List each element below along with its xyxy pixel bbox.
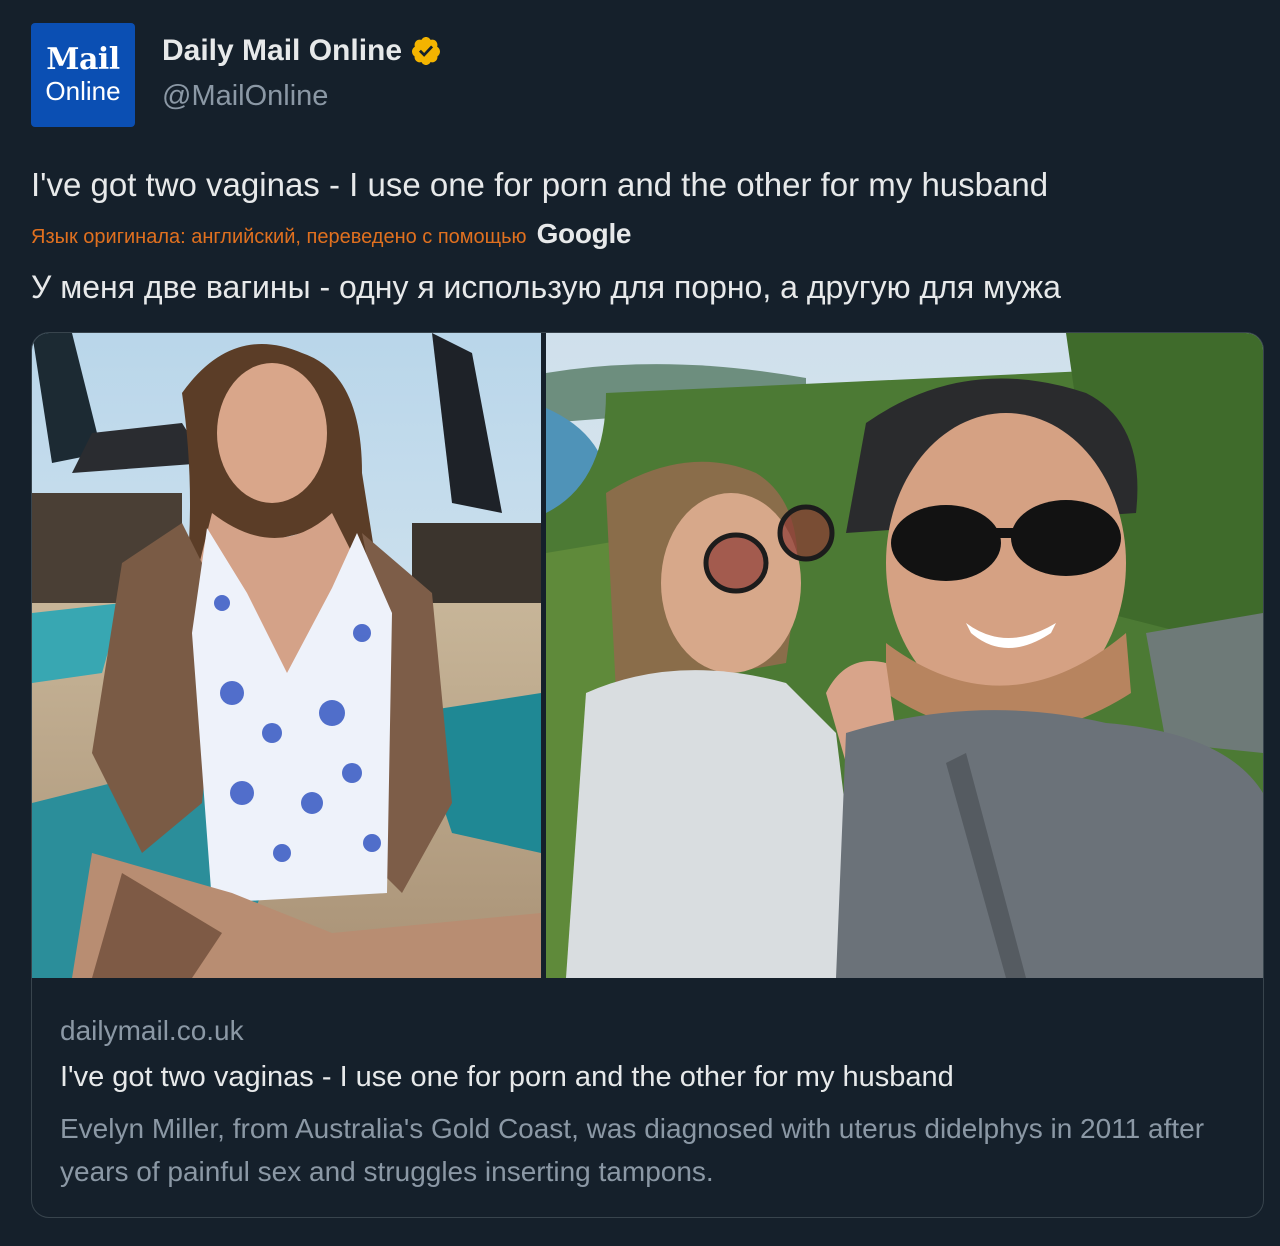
verified-badge-icon <box>412 37 441 65</box>
avatar-logo-line1: Mail <box>46 42 120 77</box>
display-name-text[interactable]: Daily Mail Online <box>162 34 402 68</box>
card-image-woman-beach[interactable] <box>32 333 541 978</box>
card-title[interactable]: I've got two vaginas - I use one for por… <box>60 1061 954 1094</box>
link-preview-card[interactable]: dailymail.co.uk I've got two vaginas - I… <box>31 332 1264 1218</box>
avatar-logo-line2: Online <box>45 76 121 106</box>
card-image-couple-selfie[interactable] <box>546 333 1263 978</box>
account-display-name[interactable]: Daily Mail Online <box>162 34 442 68</box>
google-translate-logo: Google <box>536 218 632 249</box>
account-avatar[interactable]: Mail Online <box>31 23 135 127</box>
beach-photo <box>32 333 541 978</box>
account-handle[interactable]: @MailOnline <box>162 80 328 113</box>
card-image-collage[interactable] <box>32 333 1263 978</box>
translation-note-text: Язык оригинала: английский, переведено с… <box>31 226 527 248</box>
card-domain[interactable]: dailymail.co.uk <box>60 1015 244 1047</box>
tweet-text: I've got two vaginas - I use one for por… <box>31 166 1049 203</box>
translation-note: Язык оригинала: английский, переведено с… <box>31 218 632 250</box>
translated-tweet-text: У меня две вагины - одну я использую для… <box>31 269 1061 305</box>
couple-photo <box>546 333 1263 978</box>
card-description: Evelyn Miller, from Australia's Gold Coa… <box>60 1113 1205 1187</box>
